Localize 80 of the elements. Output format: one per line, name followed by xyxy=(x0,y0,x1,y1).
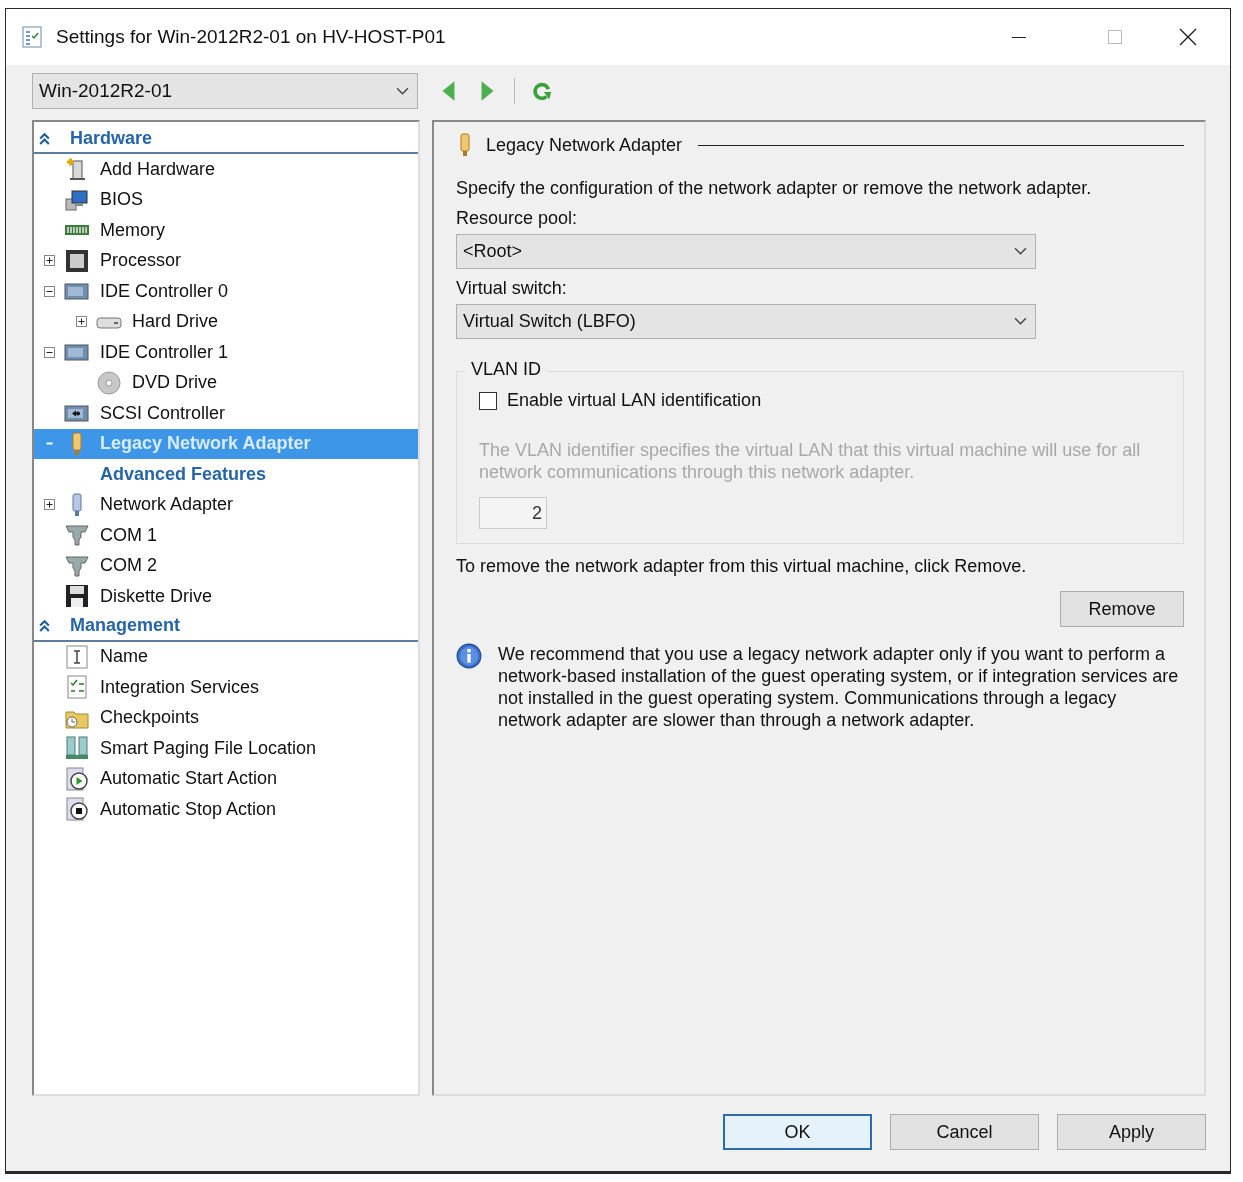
play-page-icon xyxy=(64,765,90,792)
tree-item-row[interactable]: DVD Drive xyxy=(34,367,418,398)
tree-item[interactable]: Advanced Features xyxy=(98,463,267,485)
dialog-button[interactable]: OK xyxy=(723,1114,872,1150)
tree-item-row[interactable]: IDE Controller 1 xyxy=(34,337,418,368)
stop-page-icon xyxy=(64,796,90,823)
tree-item-label: COM 2 xyxy=(99,555,157,577)
tree-item-label: DVD Drive xyxy=(131,372,217,394)
tree-item-row[interactable]: Processor xyxy=(34,245,418,276)
tree-item-row[interactable]: Checkpoints xyxy=(34,702,418,733)
expand-icon[interactable] xyxy=(44,255,55,267)
field-label: Virtual switch: xyxy=(456,278,568,299)
tree-item-row[interactable]: Hard Drive xyxy=(34,306,418,337)
dialog-button[interactable]: Cancel xyxy=(890,1114,1039,1150)
tree-item-row[interactable]: Network Adapter xyxy=(34,489,418,520)
tree-item-label: SCSI Controller xyxy=(99,402,226,424)
tree-item-label: Integration Services xyxy=(99,676,260,698)
dropdown[interactable]: <Root> xyxy=(456,234,1036,269)
tree-item-row[interactable]: Automatic Stop Action xyxy=(34,794,418,825)
paging-file-icon xyxy=(64,735,90,762)
tree-item-label: Add Hardware xyxy=(99,158,216,180)
window-title: Settings for Win-2012R2-01 on HV-HOST-P01 xyxy=(56,26,446,48)
dialog-button[interactable]: Apply xyxy=(1057,1114,1206,1150)
tree-item-label: IDE Controller 1 xyxy=(99,341,229,363)
processor-icon xyxy=(64,247,90,274)
tree-item-label: Processor xyxy=(99,250,182,272)
field-label: Resource pool: xyxy=(456,208,579,229)
vm-dropdown[interactable]: Win-2012R2-01 xyxy=(32,73,418,109)
tree-item-label: Diskette Drive xyxy=(99,585,213,607)
tree-item-row[interactable]: Smart Paging File Location xyxy=(34,733,418,764)
tree-item-row[interactable]: Memory xyxy=(34,215,418,246)
tree-item-label: BIOS xyxy=(99,189,143,211)
note-text: We recommend that you use a legacy network adapter only if you want to perform a network-based installation of the guest operating system, or if integration services are not installed in the guest operating system. Communications through a legacy network adapter are slower than through a network adapter. xyxy=(498,643,1180,731)
checklist-icon xyxy=(64,674,90,701)
tree-item-label: Automatic Stop Action xyxy=(99,798,277,820)
remove-button[interactable]: Remove xyxy=(1060,591,1184,627)
tree-item-row[interactable]: Integration Services xyxy=(34,672,418,703)
remove-text: To remove the network adapter from this virtual machine, click Remove. xyxy=(456,556,1028,577)
chevron-down-icon xyxy=(396,86,409,96)
tree-item-label: Smart Paging File Location xyxy=(99,737,317,759)
expand-icon[interactable] xyxy=(76,316,87,328)
vlan-help-text: The VLAN identifier specifies the virtual LAN that this virtual machine will use for all network communications through this network adapter. xyxy=(479,439,1142,483)
tree-item-label: Name xyxy=(99,646,148,668)
tree-item-row[interactable]: SCSI Controller xyxy=(34,398,418,429)
tree-item-label: Automatic Start Action xyxy=(99,768,278,790)
disc-icon xyxy=(96,369,122,396)
tree-item-row[interactable]: COM 1 xyxy=(34,520,418,551)
tree-item-label: Legacy Network Adapter xyxy=(99,433,311,455)
tree-item-row[interactable]: COM 2 xyxy=(34,550,418,581)
double-chevron-up-icon xyxy=(38,131,51,145)
close-icon[interactable] xyxy=(1178,27,1198,47)
serial-port-icon xyxy=(64,522,90,549)
section-header[interactable]: Hardware xyxy=(34,124,418,154)
info-icon xyxy=(456,643,482,669)
tree-item-label: Network Adapter xyxy=(99,494,234,516)
tree-item-row[interactable]: Automatic Start Action xyxy=(34,763,418,794)
chevron-down-icon xyxy=(1014,317,1027,326)
tree-item-row[interactable]: IDE Controller 0 xyxy=(34,276,418,307)
vm-name: Win-2012R2-01 xyxy=(39,80,173,102)
double-chevron-up-icon xyxy=(38,619,51,632)
description-text: Specify the configuration of the network adapter or remove the network adapter. xyxy=(456,178,1093,199)
checkbox-label: Enable virtual LAN identification xyxy=(507,390,762,411)
section-title: Legacy Network Adapter xyxy=(486,134,683,156)
tree-item-label: IDE Controller 0 xyxy=(99,280,229,302)
chevron-down-icon xyxy=(1014,247,1027,256)
expand-icon[interactable] xyxy=(44,499,55,511)
tree-item-row[interactable]: Add Hardware xyxy=(34,154,418,185)
collapse-icon[interactable] xyxy=(44,346,55,358)
tree-item-row[interactable]: BIOS xyxy=(34,184,418,215)
dropdown[interactable]: Virtual Switch (LBFO) xyxy=(456,304,1036,339)
tree-item-row[interactable]: Name xyxy=(34,641,418,672)
section-header[interactable]: Management xyxy=(34,611,418,642)
settings-page-icon xyxy=(20,25,44,49)
tree-item-label: Checkpoints xyxy=(99,707,200,729)
tree-item-label: Hard Drive xyxy=(131,311,219,333)
tree-item-label: Memory xyxy=(99,219,165,241)
tree-item-row[interactable]: Diskette Drive xyxy=(34,581,418,612)
tree-item-label: COM 1 xyxy=(99,524,157,546)
text-cursor-icon xyxy=(64,643,90,670)
collapse-icon[interactable] xyxy=(44,285,55,297)
